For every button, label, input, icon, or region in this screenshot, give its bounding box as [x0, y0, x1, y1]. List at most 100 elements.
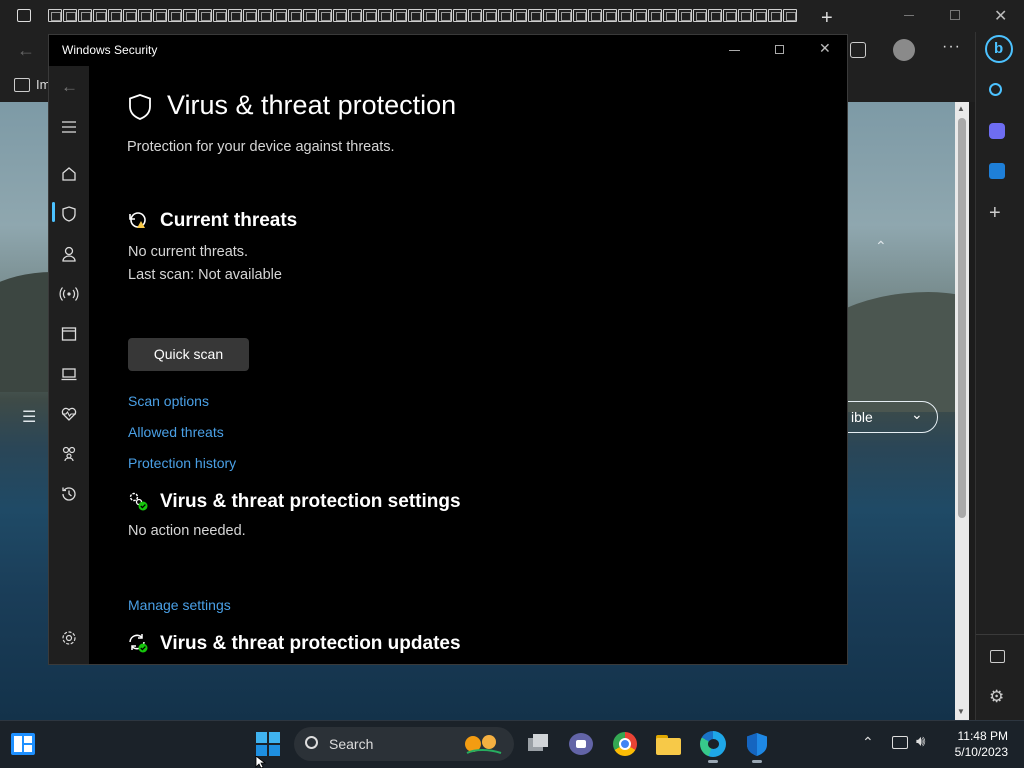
network-icon[interactable] — [892, 736, 908, 749]
collections-icon[interactable] — [850, 42, 866, 58]
start-windows-icon[interactable] — [256, 732, 280, 756]
volume-icon[interactable]: 🔊︎ — [916, 733, 925, 750]
browser-tab[interactable] — [273, 9, 287, 22]
home-icon[interactable] — [59, 164, 79, 184]
close-icon[interactable]: ✕ — [994, 6, 1007, 26]
browser-tab[interactable] — [318, 9, 332, 22]
minimize-icon[interactable] — [904, 15, 914, 16]
taskbar-search-box[interactable]: Search — [294, 727, 514, 761]
browser-tab[interactable] — [63, 9, 77, 22]
file-explorer-icon[interactable] — [656, 731, 682, 757]
copilot-icon[interactable]: b — [985, 35, 1013, 63]
browser-tab[interactable] — [588, 9, 602, 22]
browser-tab[interactable] — [573, 9, 587, 22]
shield-icon[interactable] — [59, 204, 79, 224]
settings-gear-icon[interactable]: ⚙ — [989, 687, 1004, 707]
browser-tab[interactable] — [108, 9, 122, 22]
browser-tab[interactable] — [723, 9, 737, 22]
browser-tab[interactable] — [618, 9, 632, 22]
browser-tab[interactable] — [693, 9, 707, 22]
browser-tab[interactable] — [783, 9, 797, 22]
browser-tab[interactable] — [288, 9, 302, 22]
browser-tab[interactable] — [603, 9, 617, 22]
protection-history-icon[interactable] — [59, 484, 79, 504]
browser-tab[interactable] — [483, 9, 497, 22]
browser-tab[interactable] — [738, 9, 752, 22]
show-hidden-icons-chevron-icon[interactable]: ⌃ — [862, 734, 874, 751]
browser-tab[interactable] — [678, 9, 692, 22]
window-close-icon[interactable]: ✕ — [819, 40, 831, 57]
app-browser-control-icon[interactable] — [59, 324, 79, 344]
browser-tab[interactable] — [348, 9, 362, 22]
scroll-down-icon[interactable]: ▼ — [957, 707, 965, 716]
scan-options-link[interactable]: Scan options — [128, 393, 209, 409]
browser-tab[interactable] — [633, 9, 647, 22]
chrome-icon[interactable] — [612, 731, 638, 757]
new-tab-icon[interactable]: + — [821, 7, 833, 30]
browser-tab[interactable] — [768, 9, 782, 22]
page-scrollbar-thumb[interactable] — [958, 118, 966, 518]
more-options-icon[interactable]: ··· — [942, 38, 961, 56]
scroll-up-icon[interactable]: ▲ — [957, 104, 965, 113]
browser-tab[interactable] — [408, 9, 422, 22]
copilot-app-icon[interactable] — [989, 123, 1005, 139]
browser-tab[interactable] — [468, 9, 482, 22]
add-sidebar-item-icon[interactable]: + — [989, 202, 1001, 225]
browser-tab[interactable] — [528, 9, 542, 22]
hamburger-menu-icon[interactable] — [59, 117, 79, 137]
quick-scan-button[interactable]: Quick scan — [128, 338, 249, 371]
account-protection-icon[interactable] — [59, 244, 79, 264]
browser-tab[interactable] — [363, 9, 377, 22]
browser-tab[interactable] — [393, 9, 407, 22]
browser-tab[interactable] — [663, 9, 677, 22]
outlook-icon[interactable] — [989, 163, 1005, 179]
profile-avatar[interactable] — [893, 39, 915, 61]
tab-actions-icon[interactable] — [17, 9, 31, 22]
window-maximize-icon[interactable] — [775, 45, 784, 54]
browser-tab[interactable] — [333, 9, 347, 22]
browser-tab[interactable] — [648, 9, 662, 22]
taskbar-date[interactable]: 5/10/2023 — [945, 745, 1008, 759]
browser-tab[interactable] — [438, 9, 452, 22]
browser-tab[interactable] — [258, 9, 272, 22]
restore-icon[interactable] — [950, 10, 960, 20]
browser-tab[interactable] — [153, 9, 167, 22]
sidebar-toggle-icon[interactable] — [990, 650, 1005, 663]
taskbar-time[interactable]: 11:48 PM — [952, 729, 1008, 743]
browser-tab[interactable] — [513, 9, 527, 22]
windows-security-taskbar-icon[interactable] — [744, 731, 770, 757]
browser-tab[interactable] — [123, 9, 137, 22]
browser-tab[interactable] — [213, 9, 227, 22]
browser-tab[interactable] — [543, 9, 557, 22]
edge-browser-icon[interactable] — [700, 731, 726, 757]
widgets-icon[interactable] — [11, 733, 35, 755]
browser-tab[interactable] — [423, 9, 437, 22]
manage-settings-link[interactable]: Manage settings — [128, 597, 231, 613]
browser-tab[interactable] — [183, 9, 197, 22]
page-menu-icon[interactable]: ☰ — [22, 407, 36, 427]
browser-tab[interactable] — [78, 9, 92, 22]
collapse-chevron-icon[interactable]: ⌃ — [875, 238, 887, 255]
browser-tab[interactable] — [378, 9, 392, 22]
allowed-threats-link[interactable]: Allowed threats — [128, 424, 224, 440]
browser-tab[interactable] — [198, 9, 212, 22]
protection-history-link[interactable]: Protection history — [128, 455, 236, 471]
browser-tab[interactable] — [558, 9, 572, 22]
browser-tab[interactable] — [303, 9, 317, 22]
settings-icon[interactable] — [59, 628, 79, 648]
task-view-icon[interactable] — [525, 731, 551, 757]
browser-tab[interactable] — [498, 9, 512, 22]
browser-tab[interactable] — [93, 9, 107, 22]
teams-chat-icon[interactable] — [568, 731, 594, 757]
browser-tab[interactable] — [48, 9, 62, 22]
device-health-icon[interactable] — [59, 404, 79, 424]
firewall-network-icon[interactable] — [59, 284, 79, 304]
window-minimize-icon[interactable] — [729, 50, 740, 51]
browser-tab[interactable] — [168, 9, 182, 22]
browser-tab[interactable] — [138, 9, 152, 22]
browser-tab[interactable] — [243, 9, 257, 22]
family-options-icon[interactable] — [59, 444, 79, 464]
window-titlebar[interactable]: Windows Security ✕ — [49, 35, 847, 66]
back-icon[interactable]: ← — [61, 77, 78, 97]
browser-tab[interactable] — [228, 9, 242, 22]
